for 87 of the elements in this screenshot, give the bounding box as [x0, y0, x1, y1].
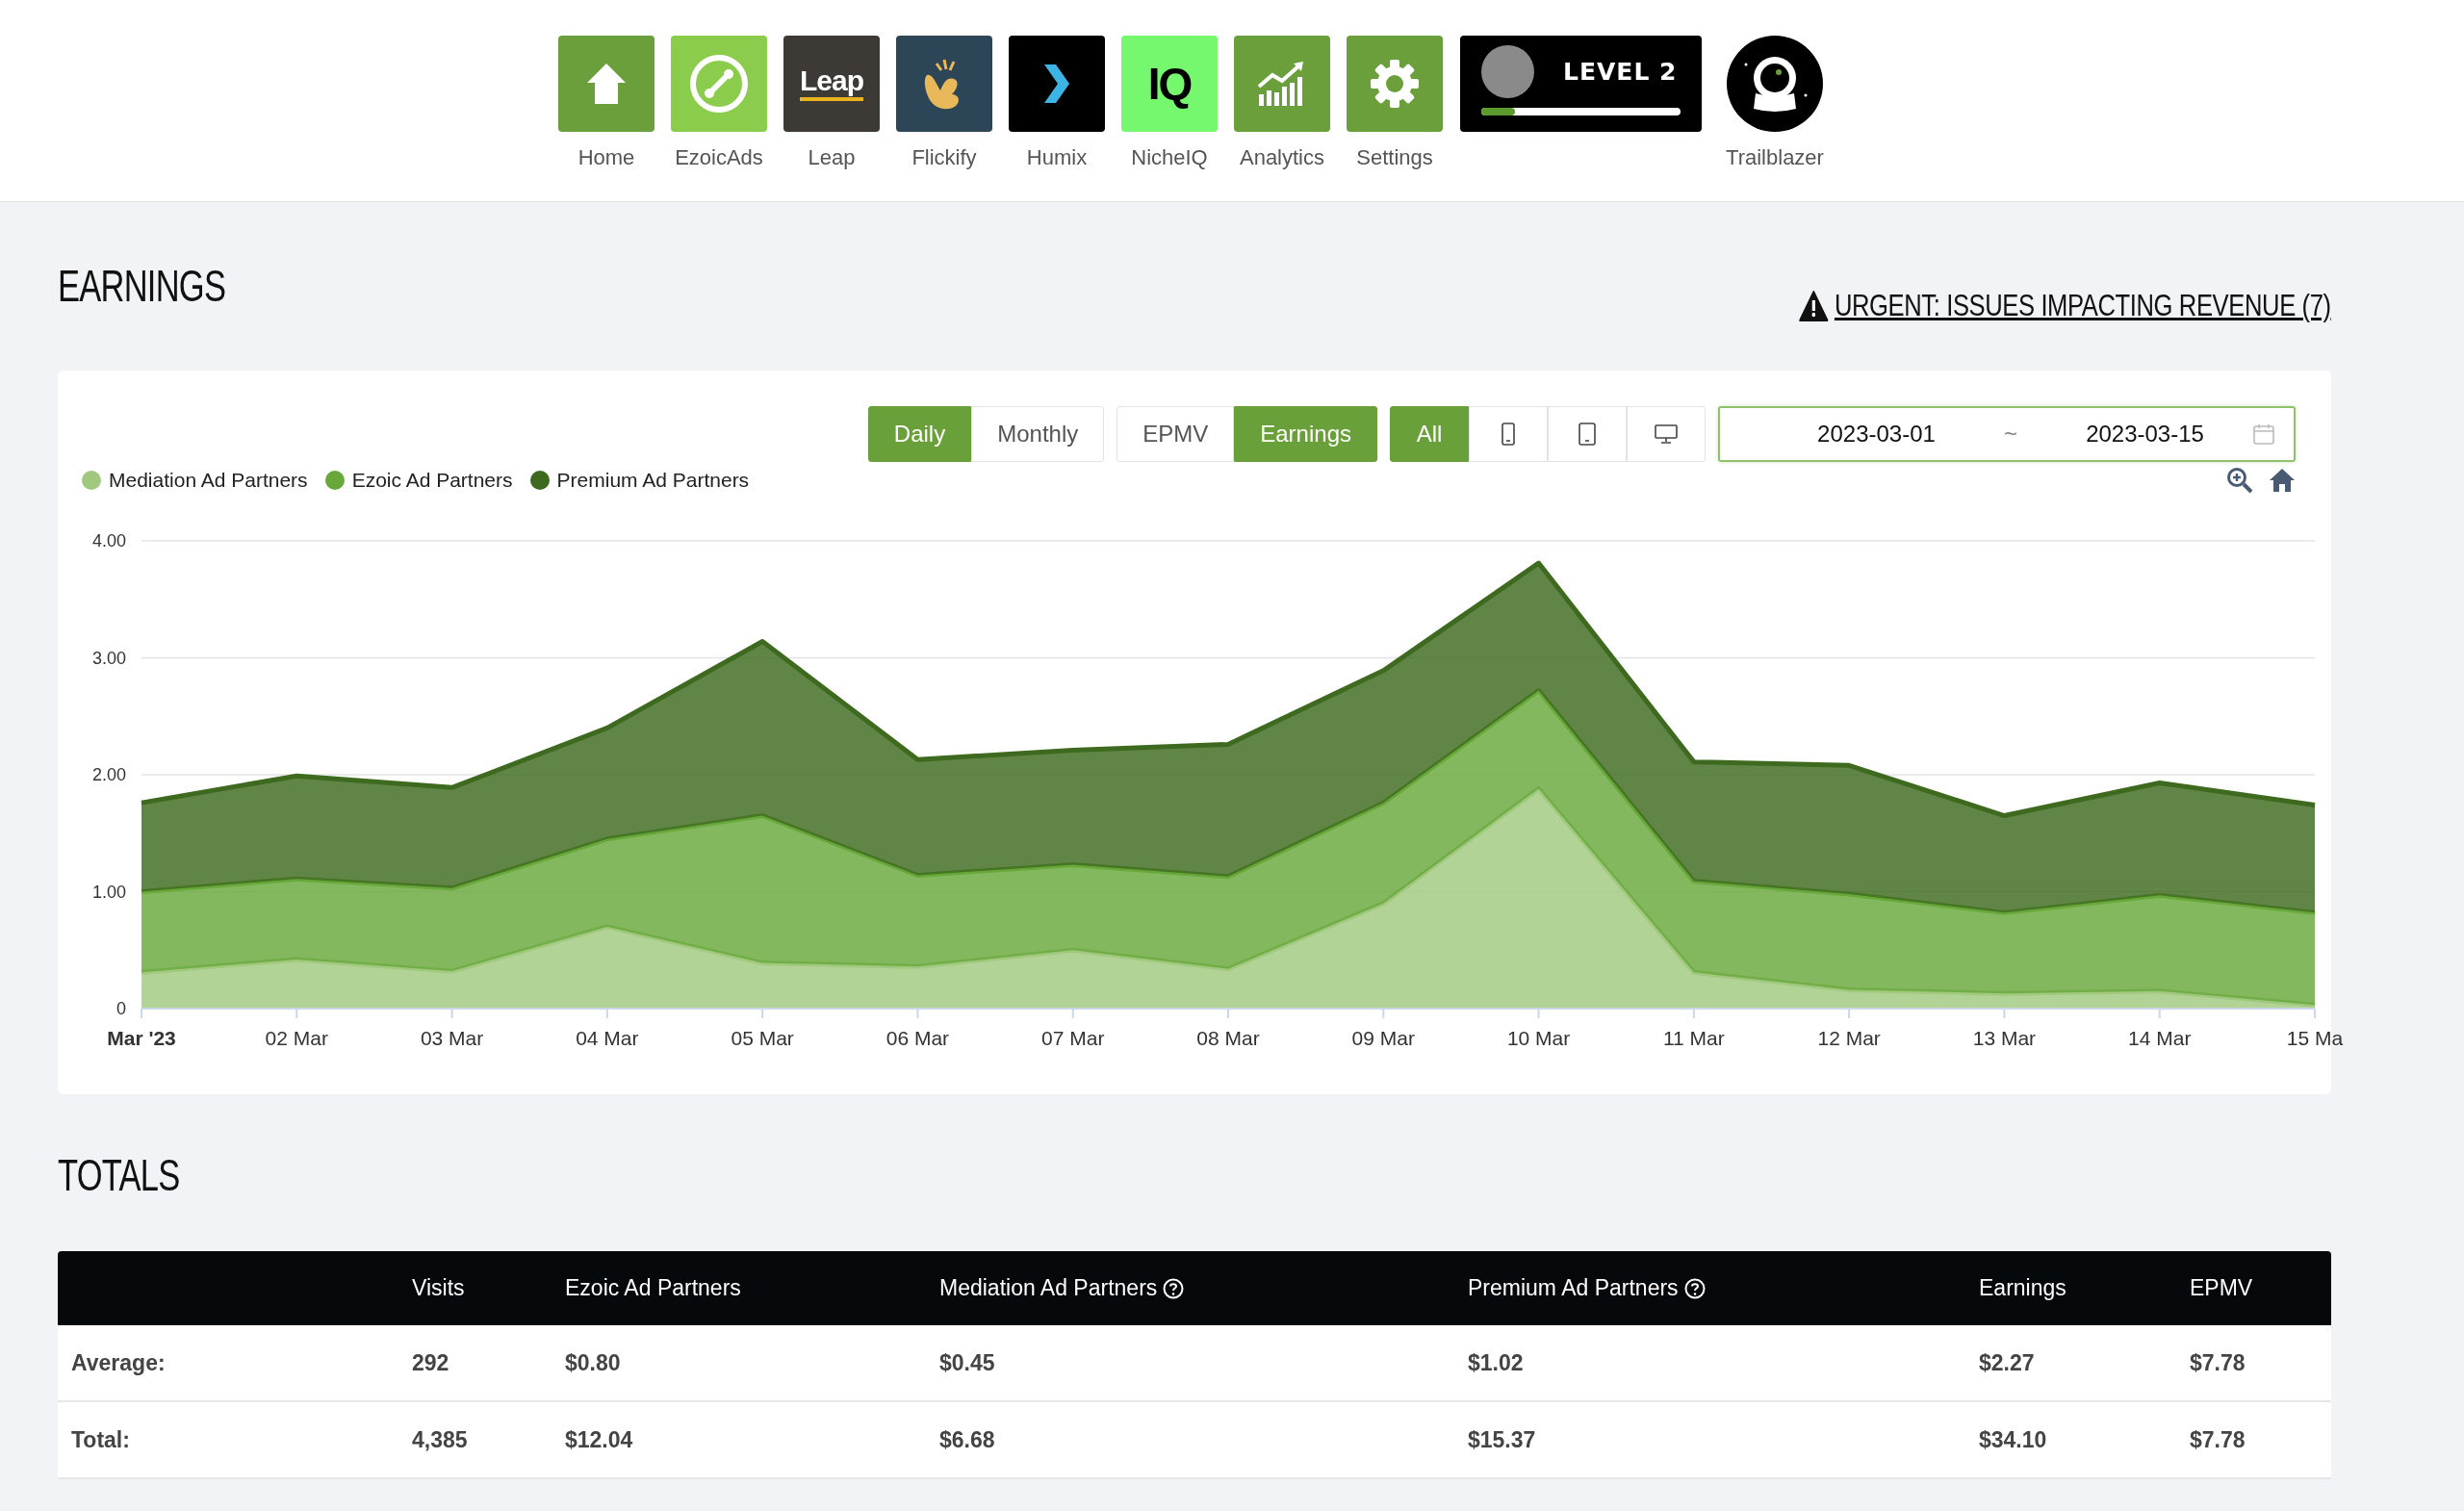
y-axis-label: 4.00: [91, 531, 126, 551]
app-tile-button[interactable]: [1347, 36, 1443, 132]
table-cell: $1.02: [1468, 1349, 1524, 1376]
app-label[interactable]: Flickify: [911, 145, 977, 170]
y-axis-label: 0: [116, 999, 126, 1018]
x-axis-label: 12 Mar: [1817, 1027, 1881, 1049]
column-header: Mediation Ad Partners: [939, 1275, 1158, 1301]
legend-label[interactable]: Mediation Ad Partners: [109, 469, 308, 492]
section-title: EARNINGS: [58, 260, 226, 312]
app-tile-button[interactable]: [558, 36, 654, 132]
avatar: [1481, 45, 1534, 98]
y-axis-label: 1.00: [91, 882, 126, 902]
app-label[interactable]: Settings: [1356, 145, 1433, 170]
column-header: Visits: [412, 1275, 465, 1301]
x-axis-label: 13 Mar: [1972, 1027, 2037, 1049]
table-cell: $6.68: [939, 1426, 995, 1453]
column-header: EPMV: [2190, 1275, 2253, 1301]
level-text: LEVEL 2: [1563, 58, 1678, 86]
table-cell: 4,385: [412, 1426, 468, 1453]
calendar-icon: [2253, 423, 2274, 445]
y-axis-label: 3.00: [91, 648, 126, 668]
table-cell: $15.37: [1468, 1426, 1536, 1453]
x-axis-label: 03 Mar: [420, 1027, 484, 1049]
x-axis-label: 05 Mar: [731, 1027, 794, 1049]
device-tab[interactable]: [1469, 406, 1548, 462]
home-icon[interactable]: [2269, 468, 2296, 493]
leap-logo: Leap: [800, 66, 863, 101]
house-icon: [585, 62, 628, 106]
row-label: Total:: [71, 1426, 130, 1453]
help-icon[interactable]: [1683, 1277, 1706, 1299]
table-cell: $2.27: [1979, 1349, 2035, 1376]
app-label[interactable]: Leap: [808, 145, 856, 170]
table-cell: $7.78: [2190, 1349, 2246, 1376]
zoom-in-icon[interactable]: [2226, 467, 2253, 494]
table-cell: $12.04: [565, 1426, 633, 1453]
x-axis-label: 02 Mar: [265, 1027, 328, 1049]
app-label[interactable]: Humix: [1026, 145, 1088, 170]
app-label[interactable]: Trailblazer: [1726, 145, 1824, 170]
app-tile-button[interactable]: [671, 36, 767, 132]
table-cell: $0.45: [939, 1349, 995, 1376]
x-axis-label: 15 Ma: [2286, 1027, 2344, 1049]
x-axis-label: 09 Mar: [1351, 1027, 1415, 1049]
table-cell: $7.78: [2190, 1426, 2246, 1453]
x-axis-label: 11 Mar: [1662, 1027, 1725, 1049]
app-tile-button[interactable]: [1234, 36, 1330, 132]
chevron-icon: [1042, 63, 1071, 105]
device-tab[interactable]: [1627, 406, 1706, 462]
section-title: TOTALS: [58, 1149, 181, 1202]
urgent-issues-link[interactable]: URGENT: ISSUES IMPACTING REVENUE (7): [1835, 288, 2331, 323]
legend-label[interactable]: Ezoic Ad Partners: [351, 469, 513, 492]
monitor-icon: [1655, 424, 1678, 444]
app-tile-button[interactable]: Leap: [783, 36, 880, 132]
table-cell: $0.80: [565, 1349, 621, 1376]
app-tile-button[interactable]: IQ: [1121, 36, 1218, 132]
date-range-field[interactable]: 2023-03-01 ~ 2023-03-15: [1718, 406, 2296, 462]
tablet-icon: [1578, 423, 1596, 446]
toggle-tab[interactable]: EPMV: [1116, 406, 1235, 462]
app-label[interactable]: Analytics: [1239, 145, 1324, 170]
y-axis-label: 2.00: [91, 765, 126, 784]
table-cell: $34.10: [1979, 1426, 2047, 1453]
toggle-tab[interactable]: Monthly: [971, 406, 1105, 462]
row-label: Average:: [71, 1349, 166, 1376]
link-circle-icon: [688, 53, 750, 115]
legend-label[interactable]: Premium Ad Partners: [556, 469, 750, 492]
gear-icon: [1369, 58, 1421, 110]
help-icon[interactable]: [1163, 1277, 1185, 1299]
x-axis-label: 06 Mar: [886, 1027, 950, 1049]
app-tile-button[interactable]: [896, 36, 992, 132]
app-tile-button[interactable]: [1009, 36, 1105, 132]
table-cell: 292: [412, 1349, 449, 1376]
astronaut-icon[interactable]: [1727, 36, 1823, 132]
app-label[interactable]: Home: [578, 145, 635, 170]
x-axis-label: 10 Mar: [1506, 1027, 1571, 1049]
app-label[interactable]: EzoicAds: [675, 145, 763, 170]
level-badge-button[interactable]: LEVEL 2: [1460, 36, 1702, 132]
column-header: Earnings: [1979, 1275, 2066, 1301]
phone-icon: [1502, 423, 1515, 446]
warning-icon: [1799, 290, 1829, 321]
x-axis-label: 07 Mar: [1041, 1027, 1105, 1049]
column-header: Ezoic Ad Partners: [565, 1275, 741, 1301]
app-label[interactable]: NicheIQ: [1131, 145, 1208, 170]
x-axis-label: 04 Mar: [576, 1027, 639, 1049]
x-axis-label: 14 Mar: [2128, 1027, 2192, 1049]
device-tab[interactable]: [1548, 406, 1627, 462]
x-axis-label: 08 Mar: [1196, 1027, 1260, 1049]
column-header: Premium Ad Partners: [1468, 1275, 1679, 1301]
x-axis-label: Mar '23: [107, 1027, 176, 1049]
